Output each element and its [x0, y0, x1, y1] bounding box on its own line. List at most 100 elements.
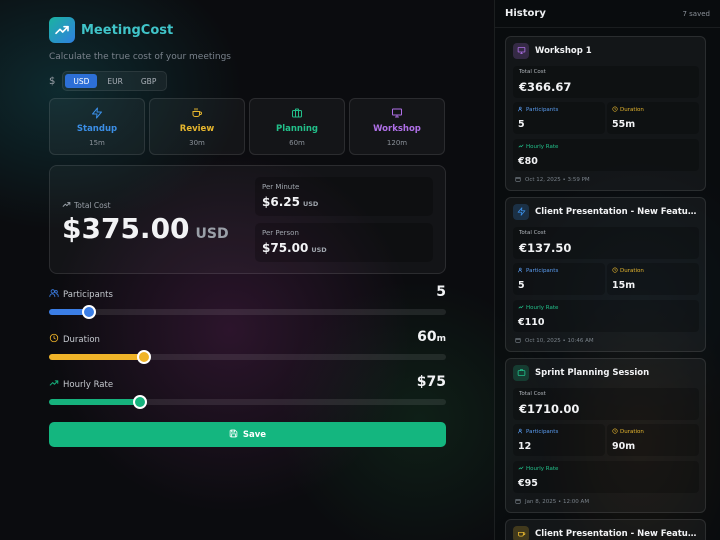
duration-slider-track[interactable] [49, 350, 446, 364]
preset-planning[interactable]: Planning 60m [249, 98, 345, 155]
trending-up-icon [49, 378, 59, 391]
hourly-rate-label: Hourly Rate [63, 379, 114, 390]
total-cost-value-row: $375.00 USD [62, 212, 229, 245]
history-duration-label-row: Duration [612, 267, 694, 275]
history-duration-label-row: Duration [612, 428, 694, 436]
history-panel: History 7 saved Workshop 1 Total Cost €3… [494, 0, 720, 540]
trending-up-icon [518, 465, 524, 473]
hourly-rate-slider-fill [49, 399, 141, 405]
per-minute-value-row: $6.25 USD [262, 195, 426, 209]
history-date: Oct 10, 2025 • 10:46 AM [525, 338, 594, 344]
history-header: History 7 saved [495, 0, 720, 28]
calendar-icon [515, 176, 521, 184]
preset-name: Review [179, 124, 215, 134]
preset-duration: 60m [289, 139, 305, 147]
history-duration-value: 90m [612, 441, 636, 452]
users-icon [518, 267, 524, 275]
duration-slider-row: Duration 60m [49, 329, 446, 374]
users-icon [518, 106, 524, 114]
total-cost-label-row: Total Cost [62, 200, 229, 211]
history-card-name: Sprint Planning Session [535, 367, 650, 378]
participants-slider-thumb[interactable] [81, 305, 96, 319]
history-rate-box: Hourly Rate €95 [513, 461, 699, 493]
history-card[interactable]: Client Presentation - New Features [505, 519, 706, 540]
preset-name: Planning [275, 124, 319, 134]
preset-name: Workshop [373, 124, 421, 134]
currency-eur-button[interactable]: EUR [99, 74, 130, 88]
currency-usd-button[interactable]: USD [65, 74, 98, 88]
hourly-rate-value-text: $75 [416, 374, 446, 390]
clock-icon [612, 267, 618, 275]
history-total-box: Total Cost €1710.00 [513, 388, 699, 420]
preset-duration: 120m [386, 139, 408, 147]
history-participants-label-row: Participants [518, 106, 600, 114]
preset-review[interactable]: Review 30m [149, 98, 245, 155]
duration-value: 60m [417, 329, 446, 345]
history-duration-label-row: Duration [612, 106, 694, 114]
history-rate-value: €80 [518, 156, 538, 167]
history-title: History [505, 8, 546, 19]
history-rate-value: €95 [518, 478, 538, 489]
participants-slider-track[interactable] [49, 305, 446, 319]
zap-icon [513, 203, 529, 220]
history-card-header: Client Presentation - New Features [513, 525, 697, 540]
history-rate-label-row: Hourly Rate [518, 465, 694, 473]
currency-selector: $ USD EUR GBP [49, 71, 446, 91]
preset-name: Standup [76, 124, 118, 134]
hourly-rate-slider-thumb[interactable] [133, 395, 148, 409]
preset-standup[interactable]: Standup 15m [49, 98, 145, 155]
history-card-header: Client Presentation - New Features [513, 203, 697, 220]
history-card-name: Workshop 1 [535, 45, 592, 56]
total-cost-unit: USD [195, 226, 229, 242]
history-total-label: Total Cost [519, 391, 546, 397]
hourly-rate-slider-track[interactable] [49, 395, 446, 409]
per-person-label: Per Person [262, 229, 299, 237]
calendar-icon [515, 498, 521, 506]
currency-gbp-button[interactable]: GBP [133, 74, 164, 88]
calculator-panel: MeetingCost Calculate the true cost of y… [49, 17, 446, 447]
history-participants-label: Participants [526, 107, 559, 113]
duration-suffix: m [436, 334, 446, 344]
history-card-header: Sprint Planning Session [513, 364, 697, 381]
history-duration-box: Duration 90m [607, 424, 699, 456]
history-rate-label: Hourly Rate [526, 305, 559, 311]
save-icon [229, 429, 238, 441]
hourly-rate-slider-row: Hourly Rate $75 [49, 374, 446, 419]
history-date-row: Oct 10, 2025 • 10:46 AM [515, 337, 594, 345]
history-card[interactable]: Workshop 1 Total Cost €366.67 Participan… [505, 36, 706, 191]
history-participants-value: 12 [518, 441, 532, 452]
save-label: Save [242, 429, 267, 440]
history-date: Oct 12, 2025 • 3:59 PM [525, 177, 590, 183]
tagline: Calculate the true cost of your meetings [49, 52, 231, 62]
presentation-icon [391, 106, 403, 120]
per-minute-label: Per Minute [262, 183, 300, 191]
history-total-value: €137.50 [519, 241, 572, 255]
clock-icon [49, 333, 59, 346]
history-total-label: Total Cost [519, 230, 546, 236]
brand: MeetingCost [49, 17, 446, 43]
history-participants-value: 5 [518, 119, 525, 130]
history-duration-box: Duration 55m [607, 102, 699, 134]
participants-label: Participants [63, 289, 113, 300]
total-cost-label: Total Cost [74, 201, 111, 210]
history-rate-label: Hourly Rate [526, 466, 559, 472]
participants-slider-row: Participants 5 [49, 284, 446, 329]
trending-up-icon [62, 200, 71, 211]
duration-slider-thumb[interactable] [137, 350, 152, 364]
history-participants-label-row: Participants [518, 428, 600, 436]
history-participants-box: Participants 5 [513, 102, 605, 134]
duration-label: Duration [63, 334, 100, 345]
save-button[interactable]: Save [49, 422, 446, 447]
clock-icon [612, 106, 618, 114]
history-rate-label-row: Hourly Rate [518, 143, 694, 151]
trending-up-icon [518, 143, 524, 151]
history-card[interactable]: Sprint Planning Session Total Cost €1710… [505, 358, 706, 513]
history-card[interactable]: Client Presentation - New Features Total… [505, 197, 706, 352]
preset-workshop[interactable]: Workshop 120m [349, 98, 445, 155]
history-total-box: Total Cost €366.67 [513, 66, 699, 98]
currency-toggle-group: USD EUR GBP [62, 71, 168, 91]
history-count: 7 saved [682, 9, 710, 18]
history-participants-label-row: Participants [518, 267, 600, 275]
history-card-header: Workshop 1 [513, 42, 697, 59]
history-duration-label: Duration [620, 429, 644, 435]
